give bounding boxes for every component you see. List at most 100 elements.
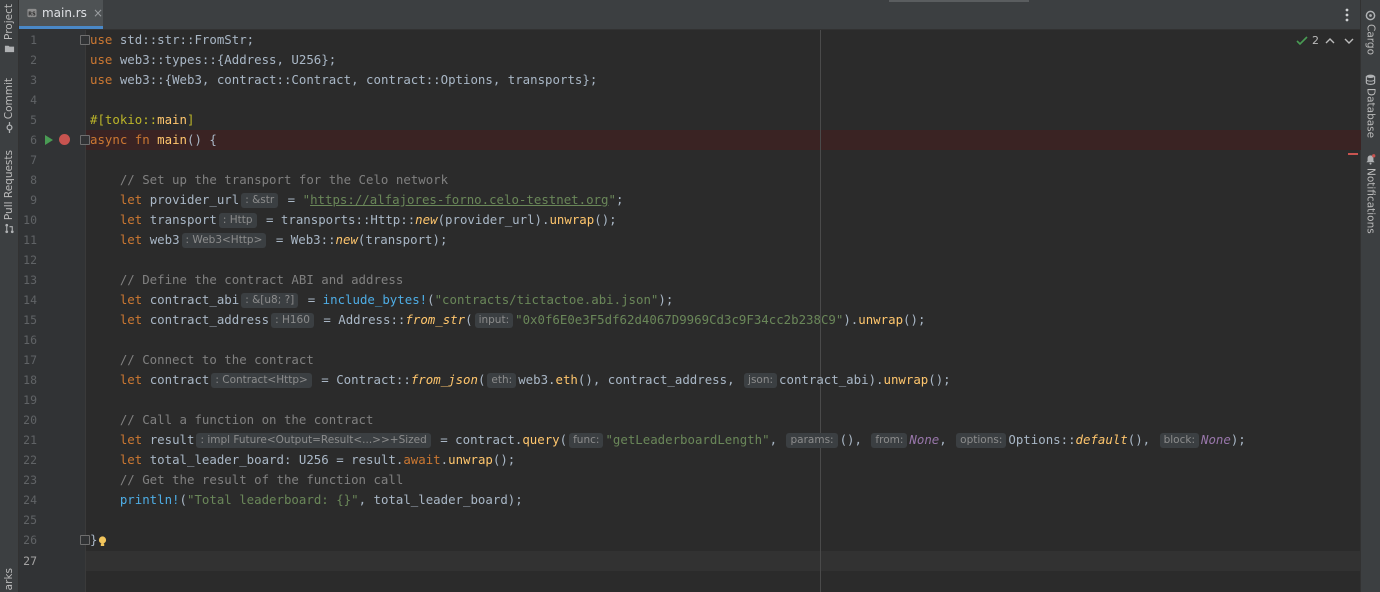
code-line-9[interactable]: let provider_url: &str = "https://alfajo… [90, 190, 623, 210]
line-number: 23 [23, 473, 37, 487]
line-number: 14 [23, 293, 37, 307]
run-gutter-icon[interactable] [45, 135, 53, 145]
code-text: , [939, 432, 955, 447]
code-text: web3::{Web3, contract::Contract, contrac… [112, 72, 598, 87]
tool-window-pull-requests[interactable]: Pull Requests [0, 150, 18, 234]
code-text: (); [928, 372, 951, 387]
tool-window-commit-label: Commit [3, 78, 15, 120]
comment: // Call a function on the contract [119, 412, 374, 427]
line-number: 6 [30, 133, 37, 147]
parameter-hint: func: [569, 433, 604, 448]
code-line-8[interactable]: // Set up the transport for the Celo net… [90, 170, 448, 190]
code-line-1[interactable]: use std::str::FromStr; [90, 30, 254, 50]
editor-tab-bar: RS main.rs × [19, 0, 1361, 30]
code-line-15[interactable]: let contract_address: H160 = Address::fr… [90, 310, 925, 330]
line-number: 22 [23, 453, 37, 467]
code-line-22[interactable]: let total_leader_board: U256 = result.aw… [90, 450, 515, 470]
code-text: (), contract_address, [577, 372, 743, 387]
code-text: ); [658, 292, 674, 307]
keyword-async: async [90, 132, 128, 147]
code-line-17[interactable]: // Connect to the contract [90, 350, 314, 370]
code-line-6[interactable]: async fn main() { [90, 130, 217, 150]
code-line-5[interactable]: #[tokio::main] [90, 110, 194, 130]
code-text: ; [615, 192, 624, 207]
code-line-20[interactable]: // Call a function on the contract [90, 410, 374, 430]
variable-name: provider_url [149, 192, 240, 207]
chevron-down-icon[interactable] [1343, 36, 1355, 46]
function-name: main [157, 132, 188, 147]
keyword-let: let [119, 432, 143, 447]
code-text: . [440, 452, 449, 467]
comment: // Get the result of the function call [119, 472, 404, 487]
variable-name: result [149, 432, 195, 447]
type-hint: : impl Future<Output=Result<...>>+Sized [196, 433, 431, 448]
right-tool-window-bar: Cargo Database Notifications [1360, 0, 1380, 592]
code-line-2[interactable]: use web3::types::{Address, U256}; [90, 50, 336, 70]
url-link[interactable]: https://alfajores-forno.celo-testnet.org [310, 192, 608, 207]
string-literal: "contracts/tictactoe.abi.json" [434, 292, 659, 307]
error-stripe-marker[interactable] [1348, 153, 1358, 155]
fold-end-icon[interactable] [80, 535, 90, 545]
breakpoint-line-highlight [86, 130, 1361, 150]
inspection-widget[interactable]: 2 [1296, 34, 1319, 47]
parameter-hint: block: [1159, 433, 1199, 448]
code-text: ( [427, 292, 435, 307]
tab-main-rs[interactable]: RS main.rs × [19, 0, 103, 29]
attribute-text: #[tokio:: [90, 112, 158, 127]
code-line-14[interactable]: let contract_abi: &[u8; ?] = include_byt… [90, 290, 673, 310]
parameter-hint: options: [956, 433, 1007, 448]
line-number: 11 [23, 233, 37, 247]
line-number: 26 [23, 533, 37, 547]
line-number: 20 [23, 413, 37, 427]
fold-imports-icon[interactable] [80, 35, 90, 45]
tool-window-database[interactable]: Database [1361, 74, 1380, 138]
gutter-separator [85, 30, 86, 592]
code-line-24[interactable]: println!("Total leaderboard: {}", total_… [90, 490, 523, 510]
parameter-hint: eth: [487, 373, 517, 388]
code-text: web3::types::{Address, U256}; [112, 52, 337, 67]
code-line-26[interactable]: } [90, 530, 97, 550]
commit-icon [5, 122, 13, 134]
tool-window-project-label: Project [3, 4, 15, 40]
line-number: 25 [23, 513, 37, 527]
method-call: unwrap [448, 452, 493, 467]
line-number: 13 [23, 273, 37, 287]
tool-window-commit[interactable]: Commit [0, 78, 18, 134]
line-number: 2 [30, 53, 37, 67]
code-text: , [769, 432, 785, 447]
chevron-up-icon[interactable] [1324, 36, 1336, 46]
code-line-11[interactable]: let web3: Web3<Http> = Web3::new(transpo… [90, 230, 447, 250]
keyword-let: let [119, 292, 143, 307]
function-call: new [335, 232, 358, 247]
code-text: total_leader_board: U256 = result. [142, 452, 404, 467]
vertical-ellipsis-icon[interactable] [1345, 8, 1349, 22]
line-number: 1 [30, 33, 37, 47]
tool-window-cargo[interactable]: Cargo [1361, 10, 1380, 55]
code-text: ( [179, 492, 187, 507]
lightbulb-icon[interactable] [98, 536, 107, 547]
line-number: 12 [23, 253, 37, 267]
code-text: = transports::Http:: [258, 212, 416, 227]
code-line-21[interactable]: let result: impl Future<Output=Result<..… [90, 430, 1246, 450]
breakpoint-icon[interactable] [59, 134, 70, 145]
comment: // Set up the transport for the Celo net… [119, 172, 449, 187]
current-line-highlight [86, 551, 1361, 571]
code-line-13[interactable]: // Define the contract ABI and address [90, 270, 403, 290]
parameter-hint: from: [871, 433, 908, 448]
cargo-icon [1365, 10, 1376, 21]
tool-window-bookmarks-label: arks [3, 568, 15, 591]
tool-window-bookmarks[interactable]: arks [0, 568, 18, 590]
code-line-18[interactable]: let contract: Contract<Http> = Contract:… [90, 370, 951, 390]
bell-icon [1366, 154, 1376, 165]
code-line-10[interactable]: let transport: Http = transports::Http::… [90, 210, 617, 230]
line-number: 8 [30, 173, 37, 187]
tool-window-notifications[interactable]: Notifications [1361, 154, 1380, 234]
fold-function-icon[interactable] [80, 135, 90, 145]
code-line-23[interactable]: // Get the result of the function call [90, 470, 403, 490]
code-text: (transport); [357, 232, 448, 247]
tool-window-project[interactable]: Project [0, 4, 18, 54]
keyword-fn: fn [134, 132, 150, 147]
code-line-3[interactable]: use web3::{Web3, contract::Contract, con… [90, 70, 597, 90]
code-text: (), [1127, 432, 1158, 447]
tab-close-button[interactable]: × [93, 6, 103, 20]
